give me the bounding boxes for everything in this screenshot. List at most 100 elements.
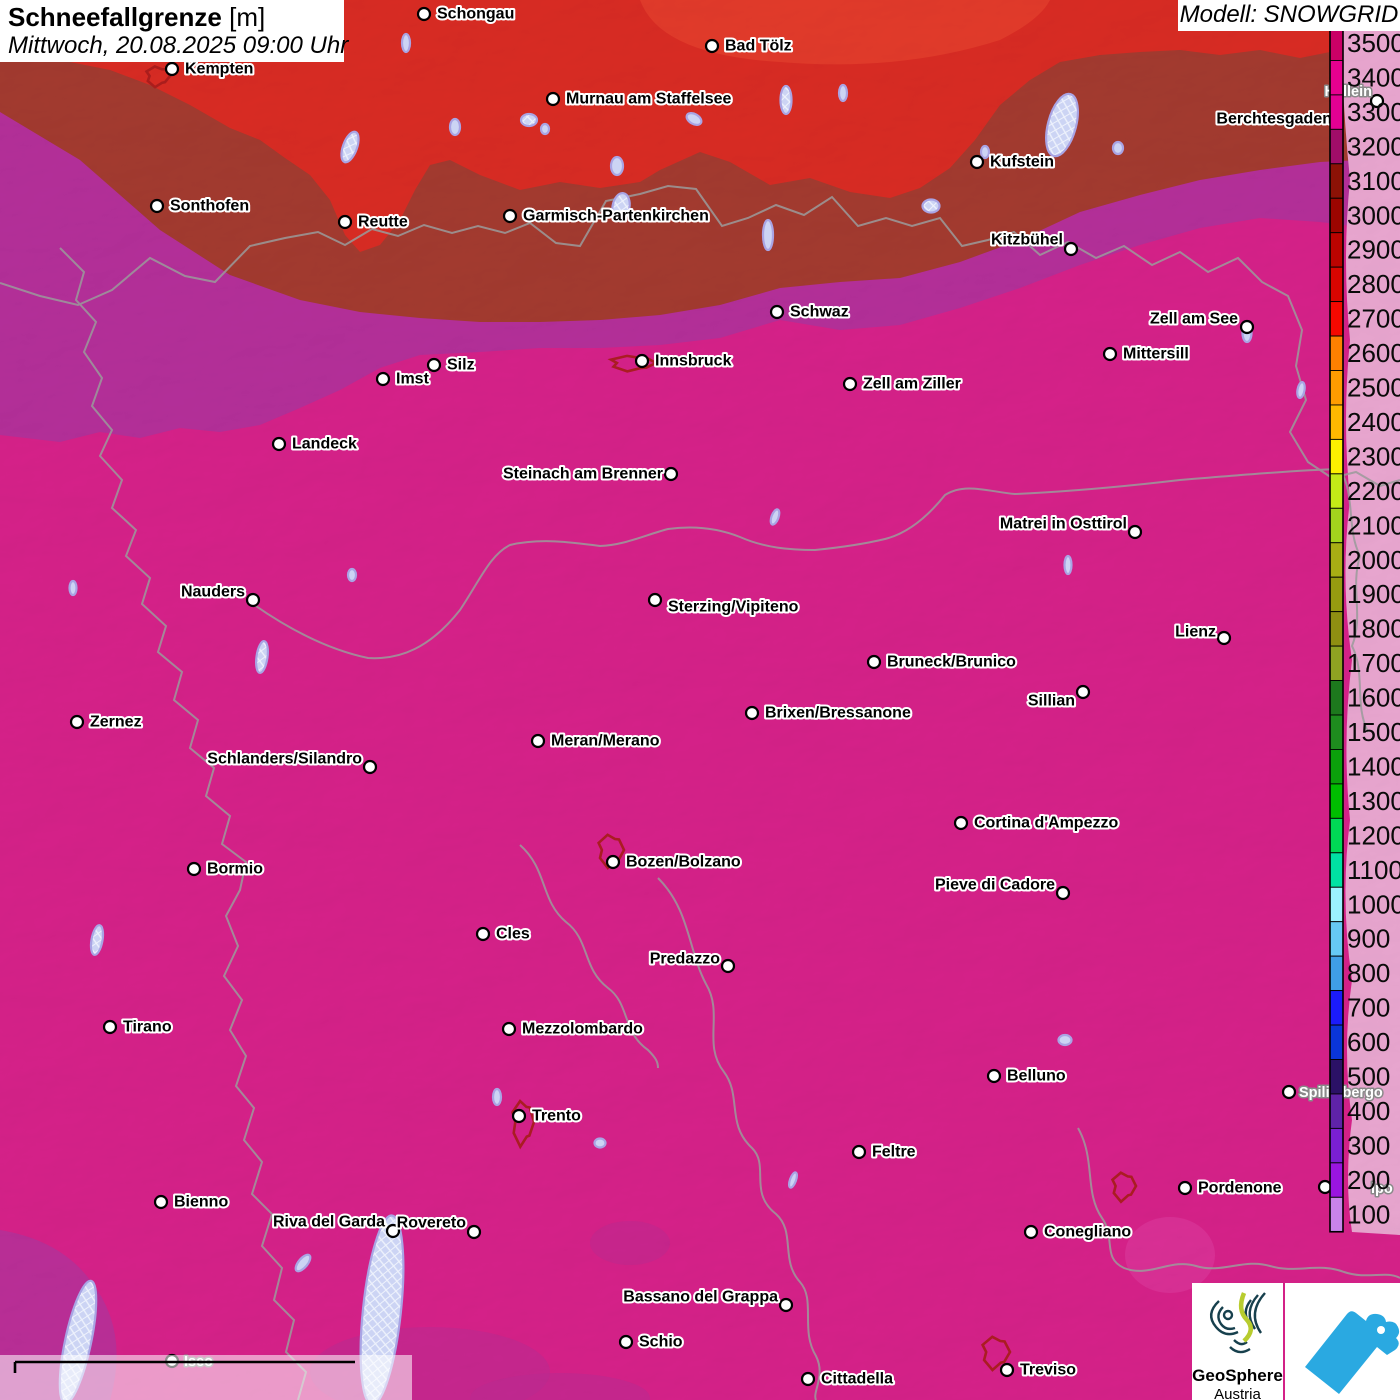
city-dot — [953, 815, 969, 831]
title-unit: [m] — [229, 2, 266, 32]
city-label: Zell am Ziller — [863, 376, 961, 393]
city-dot — [663, 466, 679, 482]
blue-mountain-logo-icon — [1305, 1311, 1400, 1394]
city-label: Mezzolombardo — [522, 1021, 643, 1038]
city-label: Zell am See — [1150, 311, 1238, 328]
legend-cell — [1329, 404, 1344, 440]
legend-tick-label: 3100 — [1347, 166, 1400, 196]
city-label: Innsbruck — [655, 353, 732, 370]
city-label: Tirano — [123, 1019, 172, 1036]
geosphere-austria-logo: GeoSphere Austria — [1192, 1283, 1283, 1400]
legend-tick-label: 3200 — [1347, 131, 1400, 161]
legend-cell — [1329, 990, 1344, 1026]
city-label: Pordenone — [1198, 1180, 1282, 1197]
city-dot — [337, 214, 353, 230]
city-label: Bormio — [207, 861, 263, 878]
city-label: Cortina d'Ampezzo — [974, 815, 1118, 832]
legend-tick-label: 1500 — [1347, 717, 1400, 747]
city-dot — [605, 854, 621, 870]
city-label: Meran/Merano — [551, 733, 660, 750]
legend-tick-label: 1300 — [1347, 786, 1400, 816]
legend-cell — [1329, 232, 1344, 268]
page-title: Schneefallgrenze [m] — [8, 2, 336, 32]
city-label: Sonthofen — [170, 198, 249, 215]
city-dot — [530, 733, 546, 749]
city-dot — [618, 1334, 634, 1350]
legend-tick-label: 500 — [1347, 1062, 1390, 1092]
city-label: Bruneck/Brunico — [887, 654, 1016, 671]
legend-tick-label: 2300 — [1347, 441, 1400, 471]
city-label: Schwaz — [790, 304, 849, 321]
city-dot — [475, 926, 491, 942]
legend-tick-label: 1600 — [1347, 683, 1400, 713]
city-dot — [1063, 241, 1079, 257]
lake — [979, 144, 991, 160]
city-label: Lienz — [1175, 624, 1216, 641]
city-dot — [720, 958, 736, 974]
city-dot — [969, 154, 985, 170]
city-label: Predazzo — [650, 951, 720, 968]
city-dot — [1102, 346, 1118, 362]
legend-tick-label: 2000 — [1347, 545, 1400, 575]
city-marker: Imst — [375, 369, 432, 390]
city-dot — [153, 1194, 169, 1210]
legend-tick-label: 900 — [1347, 924, 1390, 954]
city-label: Imst — [396, 371, 430, 388]
legend-tick-label: 2600 — [1347, 338, 1400, 368]
city-label: Reutte — [358, 214, 408, 231]
legend-tick-label: 3000 — [1347, 200, 1400, 230]
city-marker: Silz — [426, 355, 477, 376]
geosphere-logo-icon — [1210, 1292, 1266, 1354]
legend-tick-label: 1900 — [1347, 579, 1400, 609]
map-title-box: Schneefallgrenze [m] Mittwoch, 20.08.202… — [0, 0, 348, 62]
legend-tick-label: 200 — [1347, 1165, 1390, 1195]
legend-cell — [1329, 714, 1344, 750]
city-marker: Brixen/Bressanone — [744, 703, 913, 724]
lake — [761, 218, 775, 252]
city-dot — [502, 208, 518, 224]
legend-tick-label: 2500 — [1347, 373, 1400, 403]
city-dot — [149, 198, 165, 214]
city-dot — [647, 592, 663, 608]
city-label: Pieve di Cadore — [935, 877, 1055, 894]
geosphere-logo-subtext: Austria — [1214, 1386, 1261, 1400]
legend-cell — [1329, 542, 1344, 578]
legend-cell — [1329, 749, 1344, 785]
city-label: Feltre — [872, 1144, 916, 1161]
city-dot — [545, 91, 561, 107]
partner-logo — [1285, 1283, 1400, 1400]
city-dot — [375, 371, 391, 387]
legend-tick-label: 2800 — [1347, 269, 1400, 299]
city-label: Schlanders/Silandro — [207, 751, 362, 768]
city-marker: Bruneck/Brunico — [866, 652, 1018, 673]
city-label: Brixen/Bressanone — [765, 705, 911, 722]
city-label: Murnau am Staffelsee — [566, 91, 731, 108]
legend-cell — [1329, 1093, 1344, 1129]
legend-cell — [1329, 852, 1344, 888]
city-dot — [1023, 1224, 1039, 1240]
city-dot — [1127, 524, 1143, 540]
city-dot — [501, 1021, 517, 1037]
city-label: Sterzing/Vipiteno — [668, 599, 799, 616]
lake — [1063, 554, 1073, 576]
legend-tick-label: 3400 — [1347, 62, 1400, 92]
legend-cell — [1329, 645, 1344, 681]
city-dot — [842, 376, 858, 392]
city-dot — [466, 1224, 482, 1240]
lake — [519, 112, 539, 128]
city-label: Trento — [532, 1108, 581, 1125]
model-label-box: Modell: SNOWGRID — [1178, 0, 1400, 31]
legend-cell — [1329, 1127, 1344, 1164]
city-label: Kitzbühel — [991, 232, 1063, 249]
city-marker: Schio — [618, 1332, 685, 1353]
city-label: Garmisch-Partenkirchen — [523, 208, 709, 225]
lake — [609, 155, 625, 177]
legend-cell — [1329, 128, 1344, 165]
legend-tick-label: 700 — [1347, 993, 1390, 1023]
lake — [346, 567, 358, 583]
city-marker: Feltre — [851, 1142, 918, 1163]
city-dot — [778, 1297, 794, 1313]
legend-cell — [1329, 576, 1344, 613]
legend-cell — [1329, 1162, 1344, 1198]
lake — [779, 84, 793, 116]
